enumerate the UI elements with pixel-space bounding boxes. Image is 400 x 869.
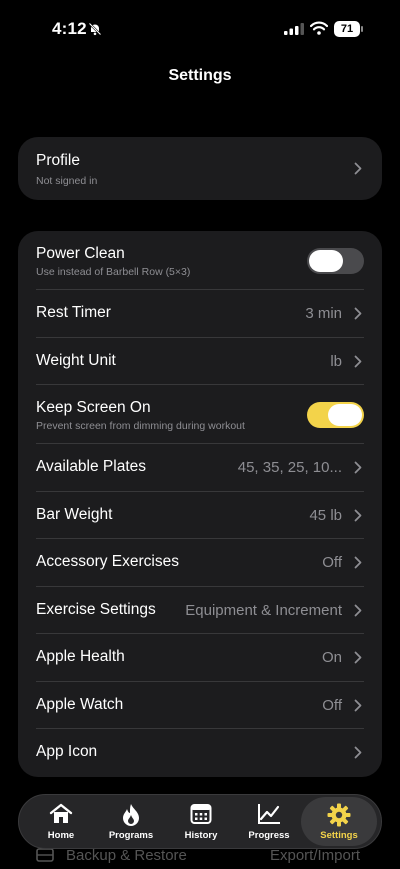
keep-screen-on-toggle[interactable]: [307, 402, 364, 428]
tab-label: Programs: [108, 830, 154, 841]
chevron-right-icon: [354, 556, 362, 569]
tab-label: Home: [47, 830, 75, 841]
setting-value: On: [321, 649, 342, 666]
chevron-right-icon: [354, 461, 362, 474]
setting-title: App Icon: [36, 743, 98, 760]
tab-home[interactable]: Home: [25, 795, 97, 848]
setting-keep-screen-on: Keep Screen On Prevent screen from dimmi…: [36, 385, 364, 444]
chevron-right-icon: [354, 355, 362, 367]
setting-available-plates[interactable]: Available Plates 45, 35, 25, 10...: [36, 444, 364, 492]
chevron-right-icon: [354, 162, 362, 175]
tab-history[interactable]: History: [165, 795, 237, 848]
flame-icon: [123, 804, 139, 826]
settings-list: Power Clean Use instead of Barbell Row (…: [18, 231, 382, 777]
status-bar: 4:12 71: [0, 0, 400, 56]
setting-title: Exercise Settings: [36, 600, 156, 618]
battery-icon: 71: [334, 21, 364, 37]
setting-title: Power Clean: [36, 245, 125, 262]
setting-value: Export/Import: [269, 847, 360, 864]
setting-power-clean: Power Clean Use instead of Barbell Row (…: [36, 231, 364, 290]
tab-label: History: [184, 830, 218, 841]
tab-bar: Home Programs History Progress Settings: [18, 794, 382, 849]
setting-value: 3 min: [305, 305, 342, 322]
setting-value: 45 lb: [309, 506, 342, 524]
setting-title: Backup & Restore: [66, 847, 187, 864]
chevron-right-icon: [354, 509, 362, 521]
setting-value: 45, 35, 25, 10...: [237, 459, 342, 476]
tab-programs[interactable]: Programs: [95, 795, 167, 848]
status-time: 4:12: [52, 19, 87, 38]
wifi-icon: [310, 21, 328, 35]
profile-row[interactable]: Profile Not signed in: [18, 137, 382, 200]
chevron-right-icon: [354, 699, 362, 711]
setting-apple-health[interactable]: Apple Health On: [36, 634, 364, 682]
setting-title: Apple Watch: [36, 695, 124, 713]
setting-title: Apple Health: [36, 648, 125, 665]
setting-bar-weight[interactable]: Bar Weight 45 lb: [36, 492, 364, 539]
chevron-right-icon: [354, 307, 362, 320]
calendar-icon: [190, 804, 212, 824]
setting-value: Equipment & Increment: [185, 601, 342, 619]
bell-muted-icon: [88, 22, 102, 36]
setting-title: Keep Screen On: [36, 399, 151, 416]
setting-title: Bar Weight: [36, 505, 113, 523]
page-title: Settings: [168, 67, 232, 84]
chart-icon: [258, 804, 280, 824]
setting-accessory-exercises[interactable]: Accessory Exercises Off: [36, 539, 364, 587]
setting-apple-watch[interactable]: Apple Watch Off: [36, 682, 364, 729]
setting-title: Accessory Exercises: [36, 553, 179, 570]
home-icon: [49, 803, 73, 823]
tray-icon: [36, 848, 54, 862]
setting-title: Rest Timer: [36, 304, 111, 321]
tab-settings[interactable]: Settings: [301, 797, 377, 846]
profile-title: Profile: [36, 152, 80, 169]
setting-subtitle: Use instead of Barbell Row (5×3): [36, 266, 191, 278]
setting-exercise-settings[interactable]: Exercise Settings Equipment & Increment: [36, 587, 364, 634]
profile-subtitle: Not signed in: [36, 175, 98, 187]
setting-weight-unit[interactable]: Weight Unit lb: [36, 338, 364, 385]
tab-label: Settings: [320, 830, 358, 841]
setting-title: Weight Unit: [36, 351, 116, 369]
chevron-right-icon: [354, 746, 362, 759]
setting-subtitle: Prevent screen from dimming during worko…: [36, 420, 245, 432]
setting-app-icon[interactable]: App Icon: [36, 729, 364, 777]
setting-title: Available Plates: [36, 458, 147, 475]
chevron-right-icon: [354, 651, 362, 664]
chevron-right-icon: [354, 604, 362, 616]
cellular-signal-icon: [284, 23, 304, 35]
tab-label: Progress: [248, 830, 290, 841]
power-clean-toggle[interactable]: [307, 248, 364, 274]
setting-value: lb: [330, 352, 342, 370]
setting-value: Off: [322, 554, 342, 571]
tab-progress[interactable]: Progress: [233, 795, 305, 848]
battery-level: 71: [334, 21, 360, 37]
gear-icon: [327, 803, 351, 827]
setting-rest-timer[interactable]: Rest Timer 3 min: [36, 290, 364, 338]
setting-value: Off: [322, 696, 342, 714]
